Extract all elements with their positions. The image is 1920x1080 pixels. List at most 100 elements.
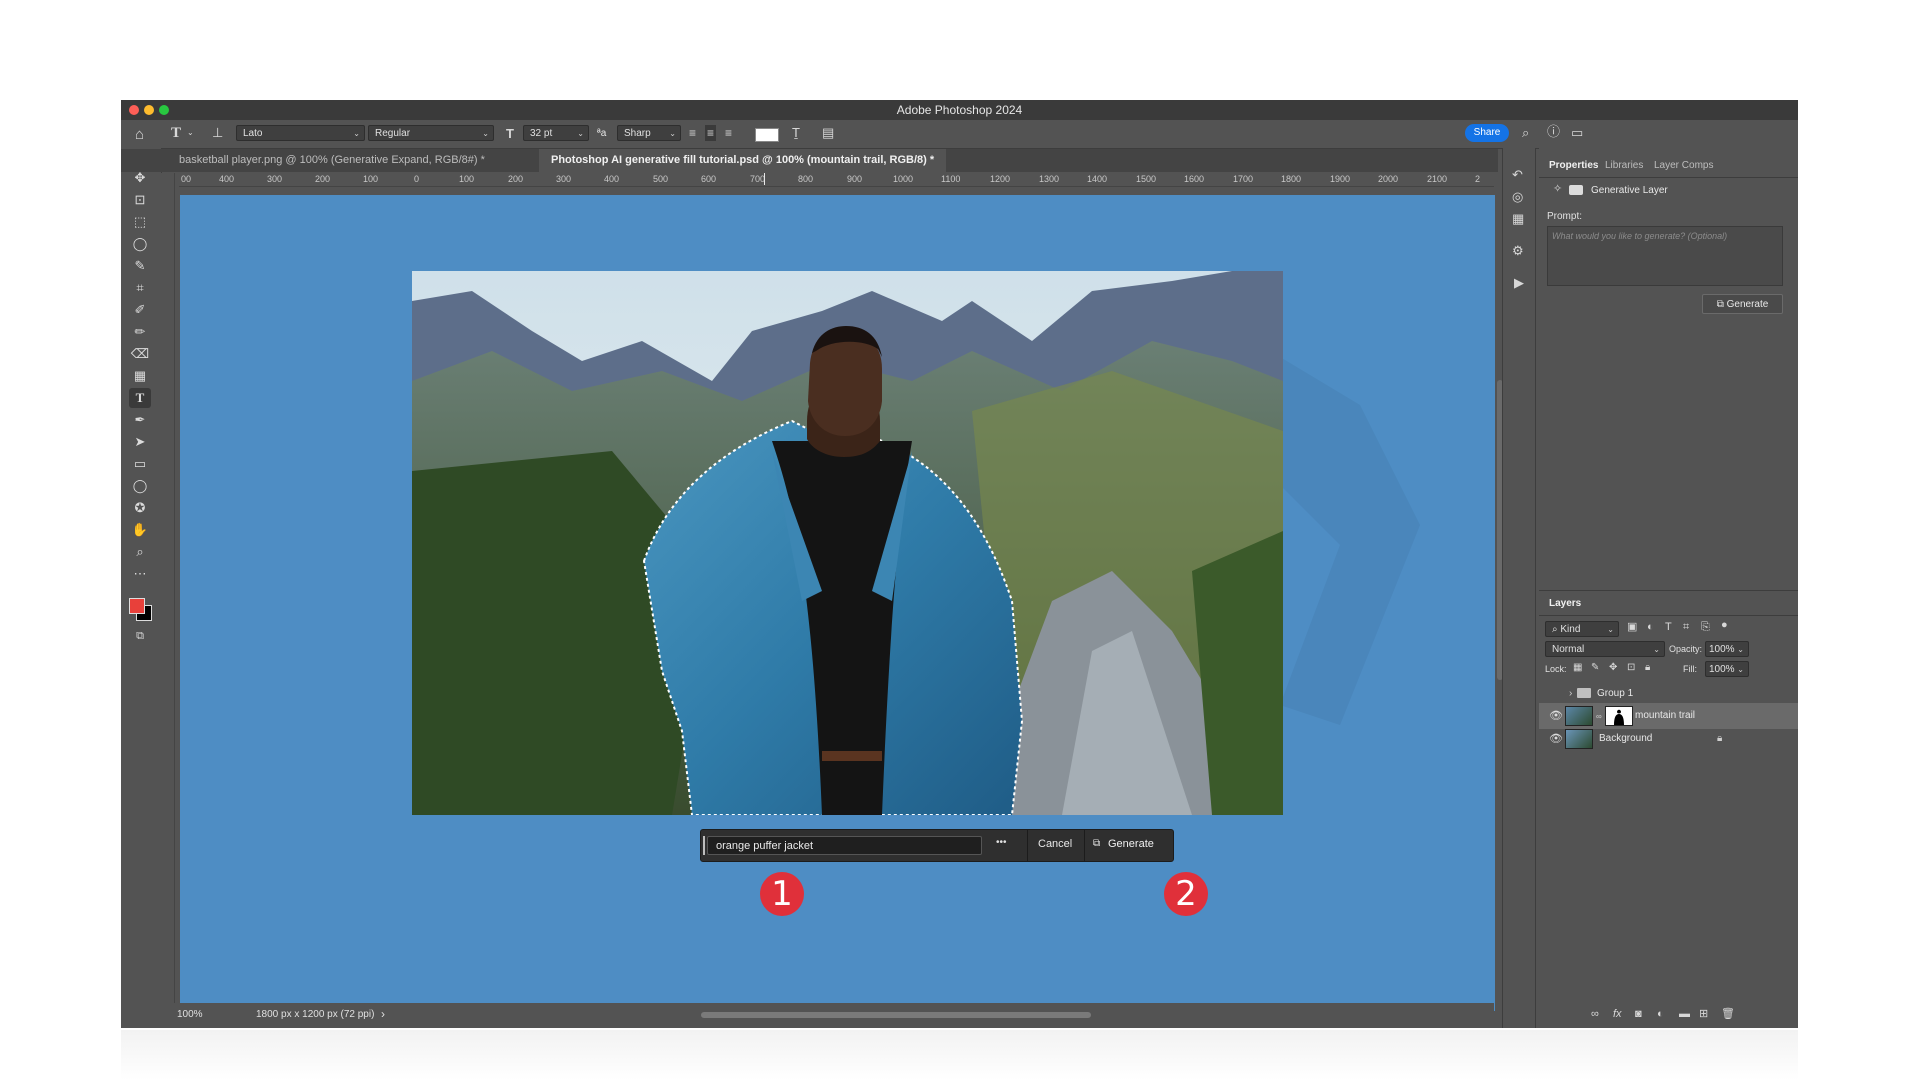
filter-toggle-icon[interactable]: ●	[1721, 620, 1728, 631]
gradient-tool-icon[interactable]: ▦	[129, 366, 151, 386]
tab-basketball-player[interactable]: basketball player.png @ 100% (Generative…	[167, 149, 497, 172]
character-panel-icon[interactable]: ▤	[822, 126, 834, 139]
generate-button[interactable]: Generate	[1108, 838, 1154, 850]
font-family-select[interactable]: Lato ⌄	[236, 125, 365, 141]
chevron-down-icon: ⌄	[1737, 665, 1744, 674]
visibility-eye-icon[interactable]: 👁︎	[1549, 709, 1563, 722]
adjustments-icon[interactable]: ⚙	[1512, 244, 1524, 257]
ruler-tick: 300	[267, 174, 283, 184]
step-badge-2: 2	[1164, 872, 1208, 916]
more-tools-icon[interactable]: ⋯	[129, 564, 151, 584]
chevron-down-icon[interactable]: ⌄	[187, 129, 194, 137]
blend-mode-select[interactable]: Normal ⌄	[1545, 641, 1665, 657]
ruler-tick: 600	[701, 174, 717, 184]
hand-tool-icon[interactable]: ✋	[129, 520, 151, 540]
filter-type-icon[interactable]: T	[1665, 622, 1672, 633]
canvas-area[interactable]: orange puffer jacket ••• Cancel ⧉ Genera…	[180, 195, 1495, 1011]
quick-select-tool-icon[interactable]: ✎	[129, 256, 151, 276]
filter-pixel-icon[interactable]: ▣	[1627, 622, 1637, 633]
warp-text-icon[interactable]: Ṯ	[792, 126, 800, 139]
adjustment-layer-icon[interactable]: ◐	[1657, 1009, 1664, 1020]
filter-shape-icon[interactable]: ⌗	[1683, 622, 1689, 633]
layer-filter-select[interactable]: ⌕ Kind ⌄	[1545, 621, 1619, 637]
cancel-button[interactable]: Cancel	[1038, 838, 1072, 850]
lock-all-icon[interactable]: 🔒︎	[1645, 663, 1650, 673]
3d-icon[interactable]: ◎	[1512, 190, 1523, 203]
drag-handle[interactable]	[703, 836, 705, 855]
home-icon[interactable]: ⌂	[135, 127, 144, 142]
help-icon[interactable]: ⓘ	[1547, 125, 1560, 138]
artboard-tool-icon[interactable]: ⊡	[129, 190, 151, 210]
layer-row-background[interactable]: 👁︎ Background 🔒︎	[1539, 726, 1798, 752]
type-tool-preset-icon[interactable]: T	[171, 126, 181, 141]
divider	[1084, 830, 1085, 861]
layer-name: mountain trail	[1635, 710, 1696, 721]
generative-layer-icon: ✧	[1553, 183, 1563, 195]
horizontal-scrollbar[interactable]	[701, 1012, 1091, 1018]
status-expand-icon[interactable]: ›	[381, 1007, 385, 1021]
link-layers-icon[interactable]: ∞	[1591, 1009, 1599, 1020]
path-select-tool-icon[interactable]: ➤	[129, 432, 151, 452]
tab-libraries[interactable]: Libraries	[1605, 160, 1643, 171]
properties-generate-button[interactable]: ⧉ Generate	[1702, 294, 1783, 314]
filter-adjustment-icon[interactable]: ◐	[1647, 622, 1654, 633]
align-left-icon[interactable]: ≡	[689, 127, 696, 139]
toggle-text-orientation-icon[interactable]: ⊥	[212, 126, 223, 139]
swatches-icon[interactable]: ▦	[1512, 212, 1524, 225]
font-style-select[interactable]: Regular ⌄	[368, 125, 494, 141]
tab-layer-comps[interactable]: Layer Comps	[1654, 160, 1713, 171]
new-layer-icon[interactable]: ⊞	[1699, 1009, 1708, 1020]
lock-image-icon[interactable]: ✎	[1591, 663, 1599, 673]
play-action-icon[interactable]: ▶	[1514, 276, 1524, 289]
align-center-icon[interactable]: ≡	[705, 125, 717, 141]
new-group-icon[interactable]: ▬	[1679, 1009, 1690, 1020]
custom-shape-tool-icon[interactable]: ✪	[129, 498, 151, 518]
share-button[interactable]: Share	[1465, 124, 1509, 142]
eyedropper-tool-icon[interactable]: ✐	[129, 300, 151, 320]
filter-smart-object-icon[interactable]: ⎘	[1701, 622, 1710, 633]
fill-field[interactable]: 100% ⌄	[1705, 661, 1749, 677]
history-icon[interactable]: ↶	[1512, 168, 1523, 181]
align-right-icon[interactable]: ≡	[725, 127, 732, 139]
lasso-tool-icon[interactable]: ◯	[129, 234, 151, 254]
workspace-icon[interactable]: ▭	[1571, 126, 1583, 139]
tab-properties[interactable]: Properties	[1549, 160, 1598, 171]
layers-panel-title[interactable]: Layers	[1549, 598, 1581, 609]
more-options-icon[interactable]: •••	[996, 837, 1007, 848]
brush-tool-icon[interactable]: ✏	[129, 322, 151, 342]
crop-tool-icon[interactable]: ⌗	[129, 278, 151, 298]
layer-style-icon[interactable]: fx	[1613, 1009, 1622, 1020]
zoom-tool-icon[interactable]: ⌕	[129, 542, 151, 562]
generative-prompt-input[interactable]: orange puffer jacket	[707, 836, 982, 855]
add-mask-icon[interactable]: ◙	[1635, 1009, 1642, 1020]
search-icon[interactable]: ⌕	[1522, 126, 1529, 139]
chevron-right-icon[interactable]: ›	[1569, 688, 1572, 699]
opacity-field[interactable]: 100% ⌄	[1705, 641, 1749, 657]
foreground-color-swatch[interactable]	[129, 598, 145, 614]
ellipse-tool-icon[interactable]: ◯	[129, 476, 151, 496]
prompt-textarea[interactable]: What would you like to generate? (Option…	[1547, 226, 1783, 286]
screen-mode-icon[interactable]: ⧉	[129, 626, 151, 646]
font-size-select[interactable]: 32 pt ⌄	[523, 125, 589, 141]
ruler-tick: 800	[798, 174, 814, 184]
lock-artboard-icon[interactable]: ⊡	[1627, 663, 1635, 673]
horizontal-ruler: 00 400 300 200 100 0 100 200 300 400 500…	[179, 173, 1494, 187]
zoom-level[interactable]: 100%	[177, 1009, 203, 1020]
delete-layer-icon[interactable]: 🗑︎	[1721, 1009, 1735, 1020]
pen-tool-icon[interactable]: ✒	[129, 410, 151, 430]
lock-position-icon[interactable]: ✥	[1609, 663, 1617, 673]
layer-mask-thumbnail[interactable]	[1605, 706, 1633, 726]
ruler-tick: 1400	[1087, 174, 1108, 184]
link-icon[interactable]: ∞	[1596, 712, 1602, 721]
text-color-swatch[interactable]	[755, 128, 779, 142]
tab-generative-fill-tutorial[interactable]: Photoshop AI generative fill tutorial.ps…	[539, 149, 947, 172]
anti-alias-select[interactable]: Sharp ⌄	[617, 125, 681, 141]
rectangle-tool-icon[interactable]: ▭	[129, 454, 151, 474]
visibility-eye-icon[interactable]: 👁︎	[1549, 732, 1563, 745]
type-tool-icon[interactable]: T	[129, 388, 151, 408]
document-image[interactable]	[412, 271, 1283, 815]
lock-transparency-icon[interactable]: ▦	[1573, 663, 1582, 673]
ruler-tick: 1500	[1136, 174, 1157, 184]
marquee-tool-icon[interactable]: ⬚	[129, 212, 151, 232]
eraser-tool-icon[interactable]: ⌫	[129, 344, 151, 364]
